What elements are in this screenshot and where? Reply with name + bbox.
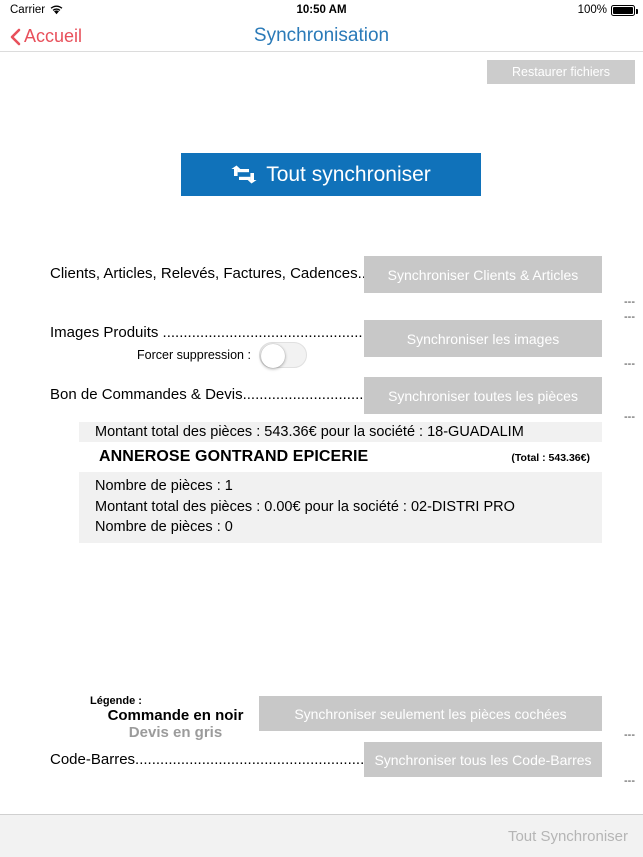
legend-title: Légende : [90, 695, 142, 707]
row-label-clients-articles: Clients, Articles, Relevés, Factures, Ca… [50, 265, 383, 282]
battery-full-icon [611, 4, 638, 16]
status-bar: Carrier 10:50 AM 100% [0, 0, 643, 20]
bottom-toolbar: Tout Synchroniser [0, 814, 643, 857]
status-code-barres: --- [624, 775, 635, 787]
synchroniser-clients-articles-button[interactable]: Synchroniser Clients & Articles [364, 256, 602, 293]
status-pieces-cochees: --- [624, 729, 635, 741]
totals-list: Montant total des pièces : 543.36€ pour … [79, 422, 602, 543]
status-clients-articles-1: --- [624, 296, 635, 308]
status-pieces: --- [624, 411, 635, 423]
tout-synchroniser-button[interactable]: Tout synchroniser [181, 153, 481, 196]
forcer-suppression-toggle[interactable] [259, 342, 307, 368]
totals-line-nombre-1: Nombre de pièces : 1 [95, 478, 233, 494]
restaurer-fichiers-button[interactable]: Restaurer fichiers [487, 60, 635, 84]
synchroniser-code-barres-button[interactable]: Synchroniser tous les Code-Barres [364, 742, 602, 777]
totals-line-nombre-2: Nombre de pièces : 0 [95, 519, 233, 536]
status-bar-right: 100% [577, 4, 638, 16]
clock-label: 10:50 AM [296, 4, 347, 16]
navigation-bar: Accueil Synchronisation [0, 20, 643, 52]
totals-line-societe-2: Montant total des pièces : 0.00€ pour la… [95, 498, 515, 515]
synchroniser-toutes-les-pieces-button[interactable]: Synchroniser toutes les pièces [364, 377, 602, 414]
row-label-bon-commandes-devis: Bon de Commandes & Devis................… [50, 386, 381, 403]
status-clients-articles-2: --- [624, 311, 635, 323]
retweet-sync-icon [231, 165, 257, 184]
totals-shade-block: Nombre de pièces : 1 Montant total des p… [79, 472, 602, 543]
legend-commande-noir: Commande en noir [107, 707, 244, 724]
legend: Légende : Commande en noir Devis en gris [88, 695, 263, 741]
synchroniser-pieces-cochees-button[interactable]: Synchroniser seulement les pièces cochée… [259, 696, 602, 731]
tout-synchroniser-bottom-button[interactable]: Tout Synchroniser [508, 815, 628, 857]
totals-line-societe-1: Montant total des pièces : 543.36€ pour … [79, 422, 602, 442]
page-title: Synchronisation [253, 25, 390, 46]
forcer-suppression-label: Forcer suppression : [137, 348, 251, 362]
status-images: --- [624, 358, 635, 370]
company-name: ANNEROSE GONTRAND EPICERIE [99, 448, 369, 465]
legend-devis-gris: Devis en gris [128, 724, 223, 741]
toggle-knob [261, 344, 285, 368]
tout-synchroniser-label: Tout synchroniser [266, 162, 431, 186]
synchroniser-les-images-button[interactable]: Synchroniser les images [364, 320, 602, 357]
company-total: (Total : 543.36€) [511, 452, 590, 464]
company-row[interactable]: ANNEROSE GONTRAND EPICERIE (Total : 543.… [79, 442, 602, 472]
battery-percent-label: 100% [577, 4, 607, 16]
row-label-images-produits: Images Produits ........................… [50, 324, 417, 341]
app-screen: Carrier 10:50 AM 100% Accueil Synchronis… [0, 0, 643, 857]
row-label-code-barres: Code-Barres.............................… [50, 751, 373, 768]
